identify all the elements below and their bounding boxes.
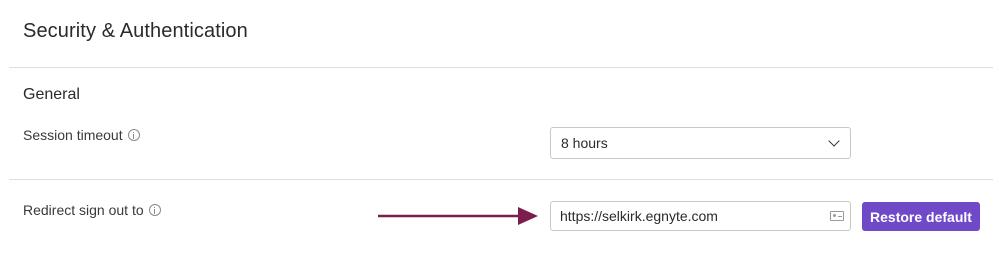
header-divider (9, 67, 993, 68)
redirect-sign-out-label: Redirect sign out to (23, 202, 161, 218)
session-timeout-selected-value: 8 hours (561, 135, 608, 151)
info-circle-icon[interactable] (148, 204, 161, 216)
restore-default-button[interactable]: Restore default (862, 202, 980, 231)
redirect-url-input[interactable] (550, 201, 851, 231)
redirect-sign-out-label-text: Redirect sign out to (23, 202, 144, 218)
contact-card-icon[interactable] (830, 211, 844, 221)
info-circle-icon[interactable] (127, 129, 140, 141)
arrow-right-icon (378, 207, 538, 225)
session-timeout-label-text: Session timeout (23, 127, 123, 143)
section-divider (9, 179, 993, 180)
section-title-general: General (23, 86, 80, 103)
session-timeout-select[interactable]: 8 hours (550, 127, 851, 159)
chevron-down-icon (828, 135, 840, 147)
session-timeout-label: Session timeout (23, 127, 140, 143)
page-title: Security & Authentication (23, 20, 248, 42)
